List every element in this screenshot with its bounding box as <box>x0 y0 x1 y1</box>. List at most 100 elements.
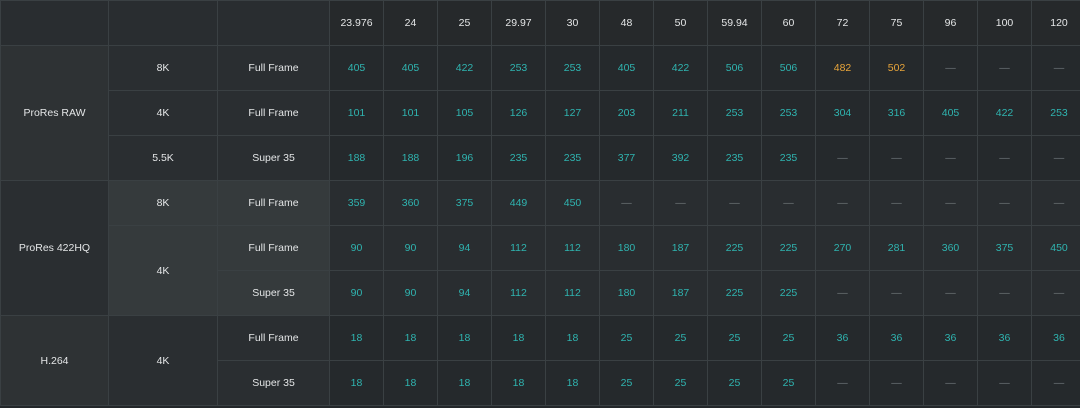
bitrate-value-cell: 36 <box>815 315 870 361</box>
bitrate-value-cell: 18 <box>437 315 492 361</box>
bitrate-value-cell: 25 <box>761 360 816 406</box>
bitrate-value-cell: — <box>1031 135 1080 181</box>
table-row: 4K Full Frame 101 101 105 126 127 203 211 253 253 3… <box>1 90 1080 136</box>
bitrate-value-cell: 316 <box>869 90 924 136</box>
resolution-cell: 4K <box>108 315 218 406</box>
bitrate-value-cell: — <box>977 270 1032 316</box>
header-frame-rate: 23.976 <box>329 0 384 46</box>
header-frame-rate: 30 <box>545 0 600 46</box>
bitrate-value-cell: 253 <box>545 45 600 91</box>
codec-cell: ProRes RAW <box>0 45 109 181</box>
codec-cell: ProRes 422HQ <box>0 180 109 316</box>
bitrate-value-cell: 422 <box>653 45 708 91</box>
bitrate-value-cell: 225 <box>761 225 816 271</box>
header-frame-rate: 50 <box>653 0 708 46</box>
frame-size-cell: Full Frame <box>217 225 330 271</box>
bitrate-value-cell: 112 <box>545 225 600 271</box>
bitrate-value-cell: 180 <box>599 225 654 271</box>
bitrate-value-cell: 235 <box>761 135 816 181</box>
frame-size-cell: Full Frame <box>217 90 330 136</box>
frame-size-cell: Super 35 <box>217 135 330 181</box>
bitrate-value-cell: — <box>869 180 924 226</box>
bitrate-value-cell: 36 <box>977 315 1032 361</box>
bitrate-value-cell: 359 <box>329 180 384 226</box>
bitrate-value-cell: — <box>1031 45 1080 91</box>
bitrate-value-cell: 225 <box>707 225 762 271</box>
bitrate-value-cell: 253 <box>761 90 816 136</box>
bitrate-value-cell: 25 <box>707 360 762 406</box>
bitrate-value-cell: 90 <box>329 270 384 316</box>
table-row: ProRes RAW 8K Full Frame 405 405 422 253 253 405… <box>0 45 1080 181</box>
bitrate-value-cell: 25 <box>761 315 816 361</box>
header-frame-rate: 100 <box>977 0 1032 46</box>
bitrate-value-cell: 127 <box>545 90 600 136</box>
bitrate-value-cell: 36 <box>1031 315 1080 361</box>
bitrate-value-cell: — <box>923 270 978 316</box>
bitrate-value-cell: 90 <box>383 225 438 271</box>
bitrate-value-cell: 450 <box>545 180 600 226</box>
bitrate-value-cell: — <box>923 135 978 181</box>
bitrate-value-cell: 101 <box>383 90 438 136</box>
bitrate-value-cell: 235 <box>707 135 762 181</box>
bitrate-value-cell: 506 <box>707 45 762 91</box>
bitrate-value-cell: 25 <box>599 315 654 361</box>
bitrate-value-cell: 377 <box>599 135 654 181</box>
bitrate-value-cell: 94 <box>437 270 492 316</box>
bitrate-value-cell: — <box>1031 270 1080 316</box>
bitrate-value-cell: 101 <box>329 90 384 136</box>
bitrate-value-cell: 90 <box>329 225 384 271</box>
resolution-cell: 8K <box>108 45 218 91</box>
codec-cell: H.264 <box>0 315 109 406</box>
bitrate-value-cell: 225 <box>707 270 762 316</box>
table-row: 5.5K Super 35 188 188 196 235 235 377 392 235 235—… <box>1 135 1080 181</box>
bitrate-value-cell: 405 <box>923 90 978 136</box>
bitrate-value-cell: 36 <box>923 315 978 361</box>
bitrate-value-cell: 18 <box>545 360 600 406</box>
bitrate-value-cell: 405 <box>599 45 654 91</box>
bitrate-value-cell: — <box>1031 360 1080 406</box>
bitrate-value-cell: 449 <box>491 180 546 226</box>
bitrate-value-cell: — <box>653 180 708 226</box>
bitrate-table: 23.976 24 25 29.97 30 48 50 59.94 60 72 75 96 100 120… <box>0 0 1080 406</box>
bitrate-value-cell: — <box>977 135 1032 181</box>
bitrate-value-cell: 405 <box>329 45 384 91</box>
bitrate-value-cell: 112 <box>491 270 546 316</box>
bitrate-value-cell: 225 <box>761 270 816 316</box>
bitrate-value-cell: 482 <box>815 45 870 91</box>
bitrate-value-cell: — <box>815 135 870 181</box>
bitrate-value-cell: — <box>815 270 870 316</box>
table-row: ProRes 422HQ 8K Full Frame 359 360 375 449 450—… <box>0 180 1080 316</box>
header-frame-rate: 72 <box>815 0 870 46</box>
bitrate-value-cell: 112 <box>491 225 546 271</box>
bitrate-value-cell: 360 <box>383 180 438 226</box>
bitrate-value-cell: 422 <box>437 45 492 91</box>
bitrate-value-cell: — <box>923 180 978 226</box>
bitrate-value-cell: 18 <box>437 360 492 406</box>
bitrate-value-cell: 281 <box>869 225 924 271</box>
resolution-cell: 5.5K <box>108 135 218 181</box>
bitrate-value-cell: 405 <box>383 45 438 91</box>
bitrate-value-cell: 25 <box>653 315 708 361</box>
bitrate-value-cell: 253 <box>1031 90 1080 136</box>
bitrate-value-cell: — <box>815 360 870 406</box>
bitrate-value-cell: 196 <box>437 135 492 181</box>
bitrate-value-cell: 203 <box>599 90 654 136</box>
bitrate-value-cell: 18 <box>491 315 546 361</box>
resolution-cell: 4K <box>108 225 218 316</box>
frame-size-cell: Full Frame <box>217 45 330 91</box>
header-frame-rate: 120 <box>1031 0 1080 46</box>
header-row: 23.976 24 25 29.97 30 48 50 59.94 60 72 75 96 100 120 <box>0 0 1080 46</box>
bitrate-value-cell: — <box>869 270 924 316</box>
frame-size-cell: Full Frame <box>217 180 330 226</box>
header-blank-codec <box>0 0 109 46</box>
bitrate-value-cell: 25 <box>707 315 762 361</box>
bitrate-value-cell: — <box>869 360 924 406</box>
bitrate-value-cell: 187 <box>653 270 708 316</box>
bitrate-value-cell: 270 <box>815 225 870 271</box>
frame-size-cell: Super 35 <box>217 270 330 316</box>
bitrate-value-cell: 375 <box>977 225 1032 271</box>
header-frame-rate: 25 <box>437 0 492 46</box>
bitrate-value-cell: 18 <box>329 315 384 361</box>
header-frame-rate: 48 <box>599 0 654 46</box>
header-frame-rate: 60 <box>761 0 816 46</box>
